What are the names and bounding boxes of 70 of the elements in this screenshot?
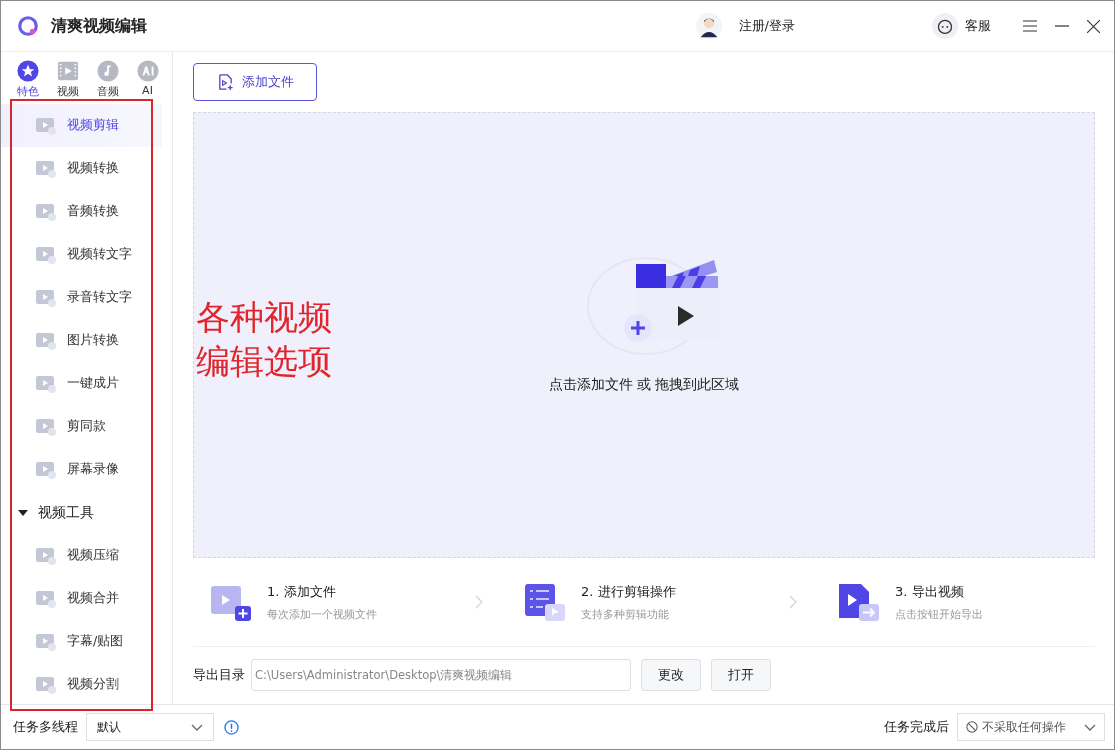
- close-icon[interactable]: [1087, 19, 1100, 33]
- add-file-icon: [216, 73, 234, 91]
- export-path-field[interactable]: C:\Users\Administrator\Desktop\清爽视频编辑: [251, 659, 631, 691]
- sidebar-item[interactable]: 视频分割: [1, 663, 162, 704]
- no-entry-icon: [966, 721, 978, 733]
- chevron-down-icon: [1084, 723, 1096, 731]
- sidebar-group-header[interactable]: 视频工具: [1, 491, 172, 534]
- app-logo-icon: [17, 15, 39, 37]
- category-tab[interactable]: AI: [129, 60, 166, 99]
- sidebar-item[interactable]: 图片转换: [1, 319, 162, 362]
- multithread-dropdown[interactable]: 默认: [86, 713, 214, 741]
- music-note-icon: [96, 60, 119, 82]
- sidebar-item[interactable]: 视频压缩: [1, 534, 162, 577]
- tool-icon: [35, 244, 57, 265]
- export-folder-button[interactable]: 打开: [711, 659, 771, 691]
- sidebar-item[interactable]: 视频转文字: [1, 233, 162, 276]
- export-folder-button[interactable]: 更改: [641, 659, 701, 691]
- sidebar-item[interactable]: 视频剪辑: [1, 104, 162, 147]
- ai-icon: [136, 60, 159, 82]
- sidebar-item[interactable]: 音频转换: [1, 190, 162, 233]
- add-file-button[interactable]: 添加文件: [193, 63, 317, 101]
- chevron-right-icon: [789, 595, 797, 609]
- step-title: 3. 导出视频: [894, 582, 965, 601]
- step-description: 每次添加一个视频文件: [267, 606, 377, 622]
- info-icon[interactable]: [224, 719, 239, 735]
- avatar-icon[interactable]: [694, 12, 723, 40]
- category-tab[interactable]: 音频: [89, 60, 126, 99]
- step-title: 1. 添加文件: [267, 582, 337, 601]
- customer-service-icon[interactable]: [931, 12, 959, 40]
- step-description: 支持多种剪辑功能: [581, 606, 670, 622]
- sidebar-item[interactable]: 一键成片: [1, 362, 162, 405]
- tool-icon: [35, 588, 57, 609]
- export-folder-label: 导出目录: [193, 666, 245, 684]
- drop-hint: 点击添加文件 或 拖拽到此区域: [548, 376, 740, 394]
- chevron-right-icon: [475, 595, 483, 609]
- tool-icon: [35, 115, 57, 136]
- step-description: 点击按钮开始导出: [894, 606, 983, 622]
- drop-zone[interactable]: 点击添加文件 或 拖拽到此区域 各种视频 编辑选项: [193, 112, 1095, 558]
- annotation-text: 各种视频 编辑选项: [196, 296, 332, 383]
- chevron-down-icon: [191, 723, 203, 731]
- sidebar-item[interactable]: 屏幕录像: [1, 448, 162, 491]
- category-tab[interactable]: 视频: [49, 60, 86, 99]
- sidebar-item[interactable]: 录音转文字: [1, 276, 162, 319]
- tool-icon: [35, 631, 57, 652]
- after-task-dropdown[interactable]: 不采取任何操作: [957, 713, 1105, 741]
- multithread-label: 任务多线程: [13, 718, 78, 736]
- caret-icon: [18, 509, 28, 516]
- tool-icon: [35, 201, 57, 222]
- tool-icon: [35, 545, 57, 566]
- tool-icon: [35, 674, 57, 695]
- checklist-icon: [523, 582, 567, 622]
- tool-icon: [35, 330, 57, 351]
- menu-icon[interactable]: [1023, 20, 1037, 32]
- step-title: 2. 进行剪辑操作: [581, 582, 676, 601]
- sidebar-item[interactable]: 字幕/贴图: [1, 620, 162, 663]
- sidebar-item[interactable]: 视频转换: [1, 147, 162, 190]
- category-tab[interactable]: 特色: [9, 60, 46, 99]
- tool-icon: [35, 459, 57, 480]
- sidebar-item[interactable]: 视频合并: [1, 577, 162, 620]
- customer-service-link[interactable]: 客服: [965, 17, 991, 35]
- sidebar-item[interactable]: 剪同款: [1, 405, 162, 448]
- login-link[interactable]: 注册/登录: [738, 17, 795, 35]
- tool-icon: [35, 287, 57, 308]
- app-title: 清爽视频编辑: [51, 15, 147, 37]
- export-video-icon: [836, 582, 881, 622]
- after-task-label: 任务完成后: [884, 718, 949, 736]
- tool-icon: [35, 416, 57, 437]
- film-icon: [56, 60, 79, 82]
- tool-icon: [35, 158, 57, 179]
- tool-icon: [35, 373, 57, 394]
